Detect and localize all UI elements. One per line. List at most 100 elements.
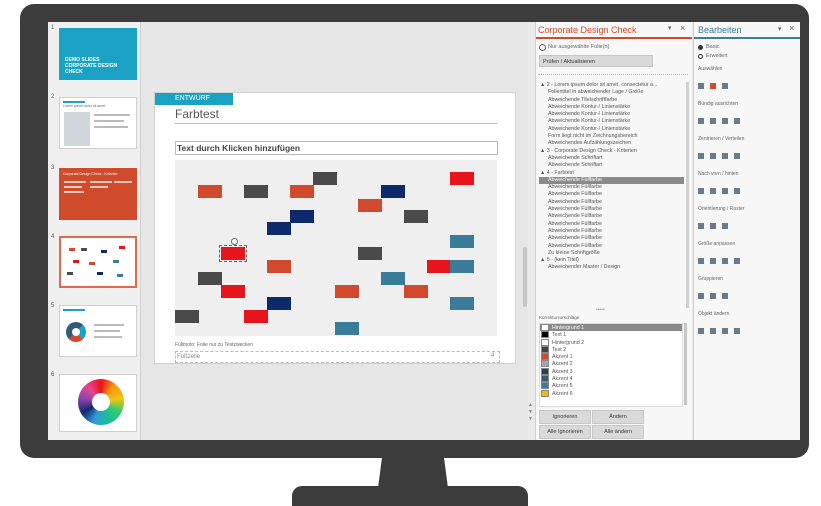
issue-item[interactable]: Abweichender Master / Design <box>539 264 684 271</box>
color-shape[interactable] <box>290 185 314 198</box>
color-shape[interactable] <box>358 247 382 260</box>
color-suggestion-item[interactable]: Akzent 4 <box>540 375 682 383</box>
issue-item[interactable]: Abweichende Kontur-/ Linienstärke <box>539 118 684 125</box>
edit-tool-icon[interactable] <box>698 258 704 264</box>
slide-thumbnail-4[interactable] <box>59 236 137 288</box>
color-shape[interactable] <box>313 172 337 185</box>
color-shape[interactable] <box>175 310 199 323</box>
edit-tool-icon[interactable] <box>734 188 740 194</box>
color-suggestion-item[interactable]: Akzent 1 <box>540 353 682 361</box>
slide-thumbnail-2[interactable]: Lorem ipsum dolor sit amet <box>59 97 137 149</box>
color-shape[interactable] <box>335 322 359 335</box>
color-shape[interactable] <box>267 260 291 273</box>
issue-item[interactable]: Abweichende Füllfarbe <box>539 184 684 191</box>
edit-tool-icon[interactable] <box>722 258 728 264</box>
edit-tool-icon[interactable] <box>722 153 728 159</box>
check-update-button[interactable]: Prüfen / Aktualisieren <box>539 55 653 67</box>
splitter-grip[interactable]: ••••• <box>596 307 605 313</box>
edit-tool-icon[interactable] <box>710 153 716 159</box>
edit-tool-icon[interactable] <box>710 328 716 334</box>
issue-tree[interactable]: ▲ 2 - Lorem ipsum dolor sit amet, consec… <box>539 82 684 314</box>
color-shape[interactable] <box>335 285 359 298</box>
issue-item[interactable]: Abweichende Füllfarbe <box>539 213 684 220</box>
color-suggestion-item[interactable]: Hintergrund 1 <box>540 324 682 332</box>
color-suggestion-item[interactable]: Akzent 3 <box>540 367 682 375</box>
color-suggestion-item[interactable]: Text 2 <box>540 345 682 353</box>
color-suggestion-item[interactable]: Hintergrund 2 <box>540 338 682 346</box>
rotate-handle[interactable] <box>231 238 238 245</box>
issue-item[interactable]: Abweichende Füllfarbe <box>539 176 684 185</box>
color-shape[interactable] <box>267 297 291 310</box>
issue-item[interactable]: Abweichende Schriftart <box>539 155 684 162</box>
color-shape[interactable] <box>267 222 291 235</box>
edit-tool-icon[interactable] <box>734 118 740 124</box>
color-shape-selected[interactable] <box>219 245 247 262</box>
slide-thumbnail-5[interactable] <box>59 305 137 357</box>
edit-tool-icon[interactable] <box>698 83 704 89</box>
edit-tool-icon[interactable] <box>734 328 740 334</box>
edit-options-icon[interactable]: ▾ <box>778 25 782 33</box>
edit-tool-icon[interactable] <box>722 118 728 124</box>
edit-tool-icon[interactable] <box>722 293 728 299</box>
slide-thumbnail-1[interactable]: DEMO SLIDES CORPORATE DESIGN CHECK <box>59 28 137 80</box>
color-shape[interactable] <box>358 199 382 212</box>
color-shape[interactable] <box>198 272 222 285</box>
color-suggestion-item[interactable]: Akzent 6 <box>540 389 682 397</box>
issue-item[interactable]: Folientitel in abweichender Lage / Größe <box>539 89 684 96</box>
color-shape[interactable] <box>450 260 474 273</box>
edit-tool-icon[interactable] <box>710 83 716 89</box>
issue-item[interactable]: Abweichende Kontur-/ Linienstärke <box>539 104 684 111</box>
selected-slides-checkbox[interactable] <box>539 44 546 51</box>
edit-tool-icon[interactable] <box>698 118 704 124</box>
edit-tool-icon[interactable] <box>710 293 716 299</box>
color-shape[interactable] <box>404 285 428 298</box>
change-all-button[interactable]: Alle ändern <box>592 425 644 439</box>
color-suggestion-item[interactable]: Text 1 <box>540 331 682 339</box>
edit-tool-icon[interactable] <box>698 153 704 159</box>
issue-item[interactable]: Abweichende Kontur-/ Linienstärke <box>539 111 684 118</box>
edit-tool-icon[interactable] <box>710 223 716 229</box>
change-button[interactable]: Ändern <box>592 410 644 424</box>
edit-tool-icon[interactable] <box>722 223 728 229</box>
footer-placeholder[interactable]: Fußzeile <box>175 351 500 363</box>
edit-tool-icon[interactable] <box>722 328 728 334</box>
edit-tool-icon[interactable] <box>698 188 704 194</box>
slide-title[interactable]: Farbtest <box>175 107 219 121</box>
panel-close-icon[interactable]: × <box>680 23 685 33</box>
edit-tool-icon[interactable] <box>722 83 728 89</box>
edit-tool-icon[interactable] <box>722 188 728 194</box>
basic-radio[interactable] <box>698 45 703 50</box>
color-shape[interactable] <box>381 272 405 285</box>
color-shape[interactable] <box>290 210 314 223</box>
panel-options-icon[interactable]: ▾ <box>668 24 672 32</box>
content-placeholder[interactable]: Text durch Klicken hinzufügen <box>175 141 498 155</box>
slide-thumbnail-6[interactable] <box>59 374 137 432</box>
issue-item[interactable]: Abweichende Füllfarbe <box>539 199 684 206</box>
ignore-button[interactable]: Ignorieren <box>539 410 591 424</box>
color-shape[interactable] <box>198 185 222 198</box>
edit-tool-icon[interactable] <box>698 328 704 334</box>
issue-item[interactable]: Abweichende Füllfarbe <box>539 221 684 228</box>
issue-item[interactable]: Form liegt nicht im Zeichnungsbereich <box>539 133 684 140</box>
edit-tool-icon[interactable] <box>734 258 740 264</box>
issue-tree-scrollbar[interactable] <box>686 82 689 308</box>
color-shape[interactable] <box>244 185 268 198</box>
issue-item[interactable]: Abweichende Titelschriftfarbe <box>539 97 684 104</box>
color-shape[interactable] <box>427 260 451 273</box>
panel-resize-arrows[interactable]: ▲ ▼ ▼ <box>528 402 533 423</box>
edit-close-icon[interactable]: × <box>789 23 794 33</box>
edit-tool-icon[interactable] <box>734 153 740 159</box>
color-shape[interactable] <box>404 210 428 223</box>
color-shape[interactable] <box>450 235 474 248</box>
issue-item[interactable]: Zu kleine Schriftgröße <box>539 250 684 257</box>
issue-item[interactable]: Abweichende Füllfarbe <box>539 191 684 198</box>
edit-tool-icon[interactable] <box>698 293 704 299</box>
color-shape[interactable] <box>244 310 268 323</box>
color-suggestion-item[interactable]: Akzent 2 <box>540 360 682 368</box>
edit-tool-icon[interactable] <box>710 258 716 264</box>
issue-group[interactable]: ▲ 2 - Lorem ipsum dolor sit amet, consec… <box>539 82 684 89</box>
issue-group[interactable]: ▲ 3 - Corporate Design Check - Kriterien <box>539 148 684 155</box>
extended-radio[interactable] <box>698 54 703 59</box>
color-shape[interactable] <box>450 297 474 310</box>
issue-item[interactable]: Abweichende Schriftart <box>539 162 684 169</box>
